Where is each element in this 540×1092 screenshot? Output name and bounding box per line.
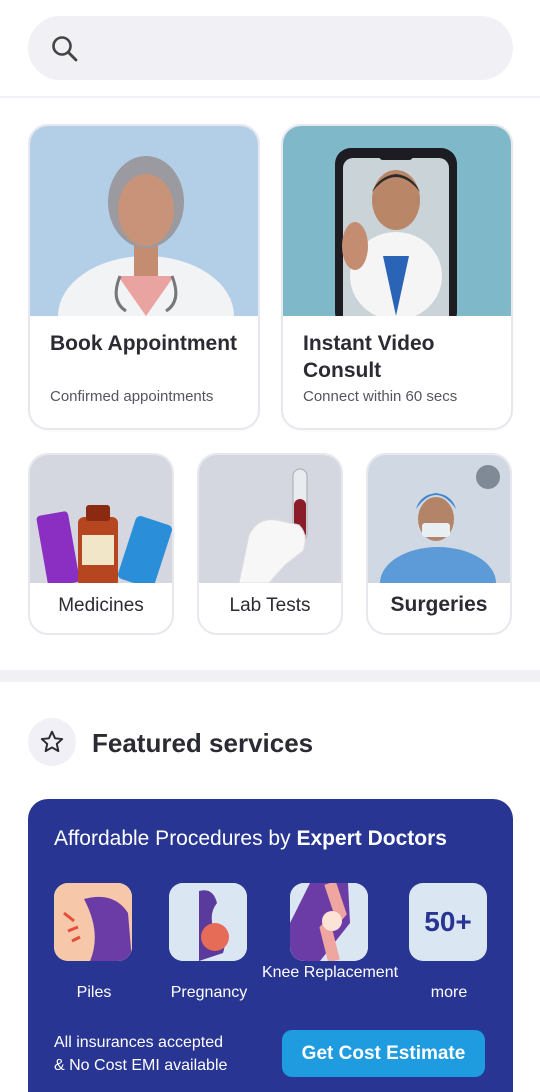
medicines-tile[interactable]: Medicines <box>28 453 174 635</box>
doctor-portrait-image <box>30 126 258 376</box>
pregnancy-icon <box>169 883 247 961</box>
tile-label: Medicines <box>58 595 144 616</box>
featured-services-title: Featured services <box>92 728 314 758</box>
search-icon <box>52 36 78 62</box>
procedure-label: more <box>430 984 468 1001</box>
procedure-label: Pregnancy <box>170 984 248 1001</box>
footer-line: & No Cost EMI available <box>54 1057 228 1074</box>
surgeries-tile[interactable]: Surgeries <box>366 453 512 635</box>
procedure-label: Knee Replacement <box>261 964 399 981</box>
card-subtitle: Connect within 60 secs <box>303 388 458 405</box>
card-title: Book Appointment <box>50 332 238 355</box>
procedure-more[interactable]: 50+ more <box>409 883 489 1001</box>
instant-video-consult-card[interactable]: Instant Video Consult Connect within 60 … <box>281 124 513 430</box>
piles-icon <box>54 883 132 961</box>
get-cost-estimate-button[interactable]: Get Cost Estimate <box>282 1030 485 1077</box>
blood-sample-tube-image <box>199 455 341 584</box>
search-input[interactable] <box>28 16 513 80</box>
banner-title: Affordable Procedures by Expert Doctors <box>54 827 447 850</box>
star-icon <box>40 730 64 753</box>
surgeon-image <box>368 455 510 619</box>
procedure-piles[interactable]: Piles <box>54 883 134 1001</box>
book-appointment-card[interactable]: Book Appointment Confirmed appointments <box>28 124 260 430</box>
more-procedures-count: 50+ <box>409 883 487 961</box>
banner-footer-text: All insurances accepted & No Cost EMI av… <box>54 1031 264 1077</box>
featured-icon-badge <box>28 718 76 766</box>
doctor-on-phone-image <box>283 126 511 328</box>
footer-line: All insurances accepted <box>54 1034 223 1051</box>
section-divider <box>0 670 540 682</box>
card-subtitle: Confirmed appointments <box>50 388 214 405</box>
knee-icon <box>290 883 368 961</box>
procedure-pregnancy[interactable]: Pregnancy <box>169 883 249 1001</box>
lab-tests-tile[interactable]: Lab Tests <box>197 453 343 635</box>
tile-label: Lab Tests <box>229 595 311 616</box>
medicine-bottles-image <box>30 455 172 588</box>
search-section <box>0 0 540 98</box>
tile-label: Surgeries <box>390 593 488 616</box>
procedure-knee-replacement[interactable]: Knee Replacement <box>262 883 398 981</box>
card-title: Instant Video Consult <box>303 332 435 382</box>
affordable-procedures-banner[interactable]: Affordable Procedures by Expert Doctors … <box>28 799 513 1092</box>
